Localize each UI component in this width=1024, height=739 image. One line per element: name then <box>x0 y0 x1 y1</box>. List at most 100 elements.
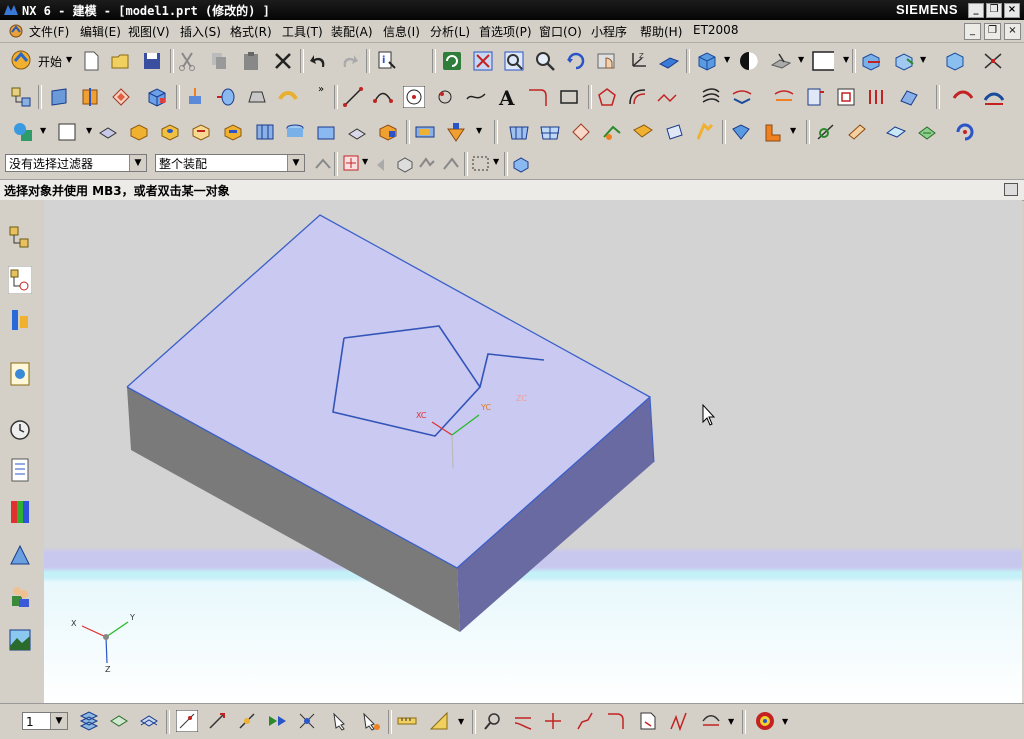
text-icon[interactable]: A <box>496 86 518 108</box>
part-navigator-icon[interactable] <box>944 50 966 72</box>
doc-minimize-button[interactable]: _ <box>964 23 981 40</box>
helix-icon[interactable] <box>700 86 722 108</box>
isoparametric-curve-icon[interactable] <box>866 86 888 108</box>
cut-icon[interactable] <box>176 50 198 72</box>
move-object-icon[interactable] <box>860 50 882 72</box>
swept-surface-icon[interactable] <box>983 86 1005 108</box>
chamfer-icon[interactable] <box>846 121 868 143</box>
graphics-window[interactable]: XC YC ZC X Y Z <box>44 200 1022 703</box>
trimmed-sheet-icon[interactable] <box>694 121 716 143</box>
menu-edit[interactable]: 编辑(E) <box>80 23 121 40</box>
draft-icon[interactable] <box>885 121 907 143</box>
start-dropdown-icon[interactable]: ▼ <box>66 55 72 64</box>
transform-dropdown-icon[interactable]: ▼ <box>920 55 926 64</box>
stop-at-intersection-icon[interactable] <box>542 710 564 732</box>
menu-file[interactable]: 文件(F) <box>29 23 69 40</box>
view-orient-icon[interactable] <box>658 50 680 72</box>
intersection-point-icon[interactable] <box>296 710 318 732</box>
bounded-plane-icon[interactable] <box>663 121 685 143</box>
block-icon[interactable] <box>146 86 168 108</box>
thicken-icon[interactable] <box>730 121 752 143</box>
quick-pick-icon[interactable] <box>482 710 504 732</box>
snap-point-wheel-icon[interactable] <box>754 710 776 732</box>
sheet-dropdown-icon[interactable]: ▼ <box>86 126 92 135</box>
spline-icon[interactable] <box>465 86 487 108</box>
select-component-icon[interactable] <box>416 153 438 175</box>
status-toggle-icon[interactable] <box>1004 183 1018 196</box>
layer-category-icon[interactable] <box>138 710 160 732</box>
measure-angle-icon[interactable] <box>428 710 450 732</box>
new-file-icon[interactable] <box>80 50 102 72</box>
snap-point-icon[interactable] <box>341 153 363 175</box>
model-canvas[interactable]: XC YC ZC X Y Z <box>44 200 1022 703</box>
end-point-icon[interactable] <box>206 710 228 732</box>
offset-face-icon[interactable] <box>954 121 976 143</box>
rotate-icon[interactable] <box>565 50 587 72</box>
measure-dropdown-icon[interactable]: ▼ <box>458 717 464 726</box>
select-face-icon[interactable] <box>440 153 462 175</box>
chevron-down-icon[interactable]: ▼ <box>287 155 304 171</box>
visible-in-view-icon[interactable] <box>108 710 130 732</box>
close-button[interactable]: × <box>1004 3 1020 18</box>
restore-button[interactable]: ❐ <box>986 3 1002 18</box>
polygon-icon[interactable] <box>596 86 618 108</box>
unite-icon[interactable] <box>377 121 399 143</box>
part-navigator-tab-icon[interactable] <box>8 306 32 334</box>
toolbar-overflow-icon[interactable]: » <box>318 84 324 95</box>
revolve-icon[interactable] <box>215 86 237 108</box>
menu-applets[interactable]: 小程序 <box>591 23 627 40</box>
section-curve-icon[interactable] <box>804 86 826 108</box>
menu-et2008[interactable]: ET2008 <box>693 23 738 37</box>
emboss-icon[interactable] <box>190 121 212 143</box>
transform-icon[interactable] <box>893 50 915 72</box>
assembly-navigator-tab-icon[interactable] <box>8 224 32 252</box>
process-studio-tab-icon[interactable] <box>8 540 32 568</box>
project-curve-icon[interactable] <box>731 86 753 108</box>
shell-icon[interactable] <box>916 121 938 143</box>
open-folder-icon[interactable] <box>110 50 132 72</box>
doc-restore-button[interactable]: ❐ <box>984 23 1001 40</box>
snap-dropdown-icon[interactable]: ▼ <box>362 157 368 166</box>
bridge-curve-icon[interactable] <box>656 86 678 108</box>
zoom-window-icon[interactable] <box>503 50 525 72</box>
sheet-edges-icon[interactable] <box>700 710 722 732</box>
offset-curve-icon[interactable] <box>627 86 649 108</box>
subtract-icon[interactable] <box>414 121 436 143</box>
slot-icon[interactable] <box>222 121 244 143</box>
doc-close-button[interactable]: × <box>1004 23 1021 40</box>
measure-icon[interactable] <box>982 50 1004 72</box>
sketch-plane-icon[interactable] <box>48 86 70 108</box>
menu-assembly[interactable]: 装配(A) <box>331 23 373 40</box>
delete-icon[interactable] <box>272 50 294 72</box>
tangent-curves-icon[interactable] <box>605 710 627 732</box>
through-curves-icon[interactable] <box>508 121 530 143</box>
rectangle-icon[interactable] <box>558 86 580 108</box>
edge-blend-icon[interactable] <box>815 121 837 143</box>
undo-selection-icon[interactable] <box>372 153 394 175</box>
line-icon[interactable] <box>342 86 364 108</box>
sphere-icon[interactable] <box>346 121 368 143</box>
select-features-icon[interactable] <box>312 153 334 175</box>
face-edges-icon[interactable] <box>637 710 659 732</box>
work-layer-dropdown[interactable]: 1 ▼ <box>22 712 68 730</box>
render-style-icon[interactable] <box>696 50 718 72</box>
scope-dropdown[interactable]: 整个装配 ▼ <box>155 154 305 172</box>
feature-datum-icon[interactable] <box>79 86 101 108</box>
rectangle-select-icon[interactable] <box>470 153 492 175</box>
edit-section-icon[interactable] <box>770 50 792 72</box>
pattern-icon[interactable] <box>110 86 132 108</box>
whole-assembly-icon[interactable] <box>510 153 532 175</box>
refresh-icon[interactable] <box>441 50 463 72</box>
minimize-button[interactable]: _ <box>968 3 984 18</box>
constraint-navigator-tab-icon[interactable] <box>8 266 32 294</box>
n-sided-surface-icon[interactable] <box>601 121 623 143</box>
roles-tab-icon[interactable] <box>8 582 32 610</box>
background-icon[interactable] <box>738 50 760 72</box>
snap-wheel-dropdown-icon[interactable]: ▼ <box>782 717 788 726</box>
undo-icon[interactable] <box>308 50 330 72</box>
swoop-icon[interactable] <box>570 121 592 143</box>
point-icon[interactable] <box>434 86 456 108</box>
arc-icon[interactable] <box>372 86 394 108</box>
menu-view[interactable]: 视图(V) <box>128 23 170 40</box>
sew-icon[interactable] <box>762 121 784 143</box>
